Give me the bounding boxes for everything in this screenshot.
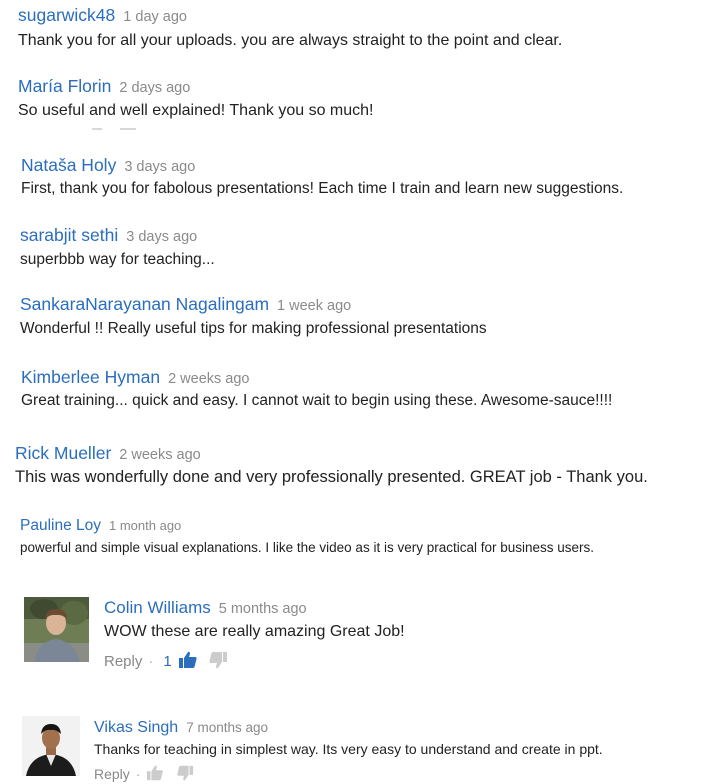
comment-time[interactable]: 3 days ago	[124, 159, 195, 175]
comment-time[interactable]: 5 months ago	[219, 601, 307, 617]
comment-text: superbbb way for teaching...	[20, 251, 215, 268]
comment-time[interactable]: 2 weeks ago	[168, 371, 249, 387]
comment-time[interactable]: 7 months ago	[186, 720, 268, 735]
comment-text: Wonderful !! Really useful tips for maki…	[20, 320, 487, 337]
comment-text: First, thank you for fabolous presentati…	[21, 180, 624, 197]
comment-text: WOW these are really amazing Great Job!	[104, 623, 405, 640]
comment-text: Thank you for all your uploads. you are …	[18, 32, 563, 49]
comment-author[interactable]: Colin Williams	[104, 598, 211, 617]
comment-author[interactable]: sugarwick48	[18, 5, 115, 25]
separator-dot: ·	[148, 653, 154, 670]
thumbs-up-icon[interactable]	[146, 764, 164, 784]
reply-button[interactable]: Reply	[104, 654, 142, 669]
thumbs-down-icon[interactable]	[176, 764, 194, 784]
comment-time[interactable]: 2 days ago	[119, 80, 190, 96]
comment-actions: Reply · 1	[104, 650, 228, 673]
comment-actions: Reply ·	[94, 764, 194, 784]
scan-artifact	[92, 128, 102, 130]
thumbs-down-icon[interactable]	[208, 650, 228, 673]
comment-text: Thanks for teaching in simplest way. Its…	[94, 741, 603, 757]
scan-artifact	[120, 128, 136, 130]
comment-text: So useful and well explained! Thank you …	[18, 102, 374, 119]
comment-time[interactable]: 3 days ago	[126, 229, 197, 245]
comment-author[interactable]: María Florin	[18, 76, 111, 96]
comment-text: Great training... quick and easy. I cann…	[21, 392, 613, 409]
comment-time[interactable]: 1 month ago	[109, 518, 181, 533]
comment-text: powerful and simple visual explanations.…	[20, 540, 595, 555]
comment-author[interactable]: Vikas Singh	[94, 719, 178, 736]
comment-author[interactable]: Pauline Loy	[20, 517, 101, 534]
like-count: 1	[163, 653, 172, 670]
reply-button[interactable]: Reply	[94, 767, 130, 781]
comment-text: This was wonderfully done and very profe…	[15, 468, 648, 486]
comment-author[interactable]: Kimberlee Hyman	[21, 367, 160, 387]
comment-time[interactable]: 1 day ago	[123, 9, 187, 25]
comment-author[interactable]: Rick Mueller	[15, 443, 111, 463]
avatar[interactable]	[22, 716, 80, 776]
comment-time[interactable]: 1 week ago	[277, 298, 351, 314]
comment-author[interactable]: sarabjit sethi	[20, 225, 118, 245]
avatar[interactable]	[24, 597, 89, 662]
thumbs-up-icon[interactable]	[178, 650, 198, 673]
comment-author[interactable]: SankaraNarayanan Nagalingam	[20, 294, 269, 314]
comment-time[interactable]: 2 weeks ago	[119, 447, 200, 463]
separator-dot: ·	[135, 766, 141, 782]
comment-author[interactable]: Nataša Holy	[21, 155, 116, 175]
